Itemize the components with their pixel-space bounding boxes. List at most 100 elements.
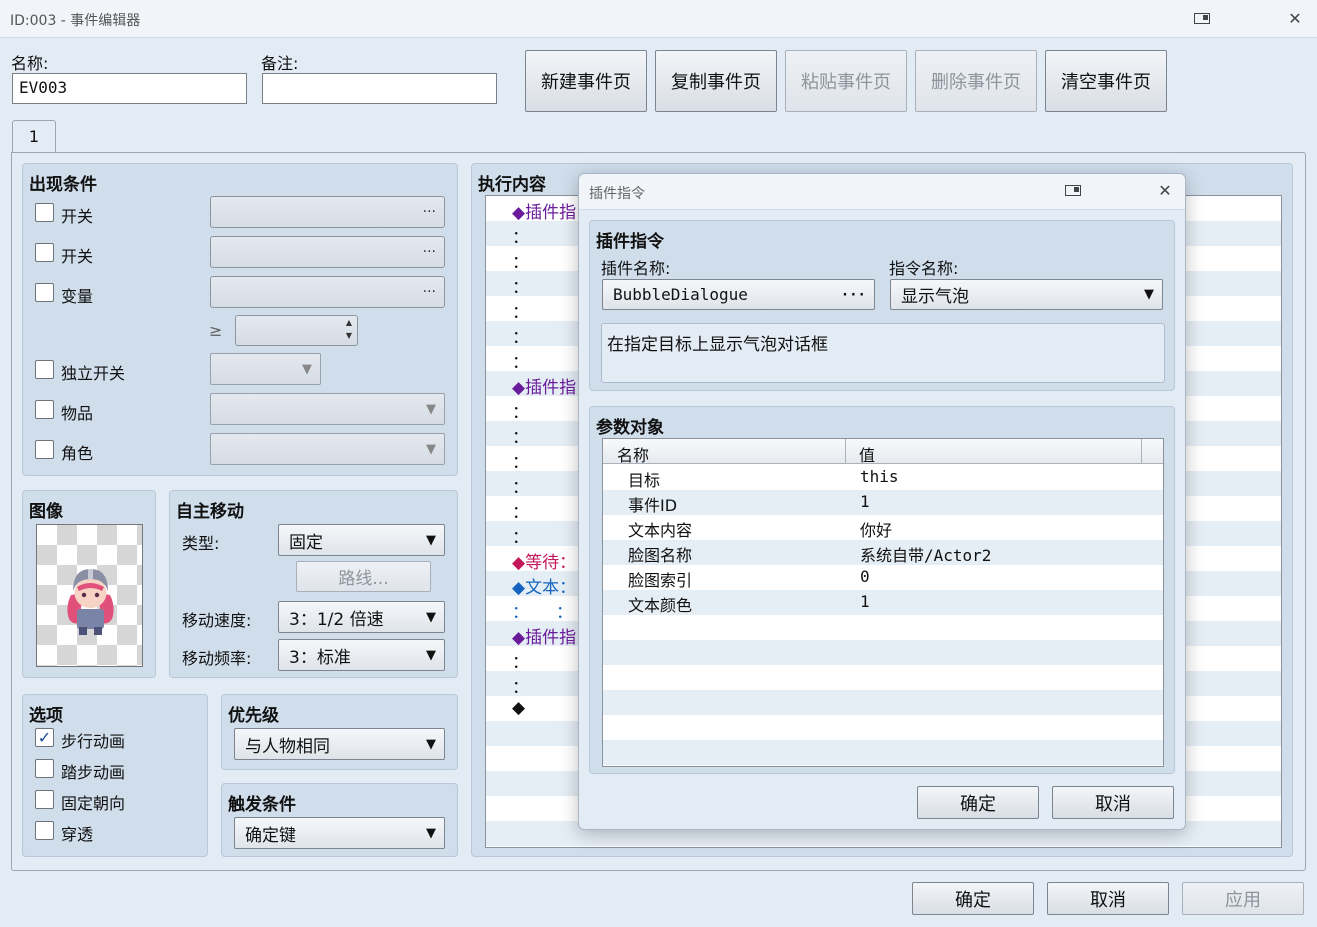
col-value-header[interactable]: 值 (859, 442, 875, 466)
param-row[interactable] (603, 665, 1163, 690)
actor-checkbox[interactable] (35, 440, 54, 459)
col-name-header[interactable]: 名称 (617, 442, 649, 466)
spinner-up-icon[interactable]: ▲ (346, 318, 352, 327)
through-checkbox[interactable] (35, 821, 54, 840)
trigger-panel: 触发条件 确定键 ▼ (221, 783, 458, 857)
param-value: this (860, 467, 899, 486)
command-row-text: ： (512, 403, 529, 423)
actor-dropdown[interactable]: ▼ (210, 433, 445, 465)
dialog-ok-button[interactable]: 确定 (917, 786, 1039, 819)
actor-label: 角色 (61, 444, 94, 463)
params-table: 名称 值 目标 this 事件ID 1 文本内容 你好 脸图名称 系统自带/Actor2 脸图索… (602, 438, 1164, 767)
variable-field[interactable]: ··· (210, 276, 445, 308)
close-icon[interactable]: ✕ (1283, 7, 1307, 31)
direction-fix-checkbox[interactable] (35, 790, 54, 809)
param-row[interactable]: 脸图索引 0 (603, 565, 1163, 590)
param-value: 0 (860, 567, 870, 586)
dialog-title: 插件指令 (589, 186, 645, 202)
switch1-checkbox[interactable] (35, 203, 54, 222)
param-row[interactable] (603, 615, 1163, 640)
param-value: 你好 (860, 521, 893, 540)
command-row-text: ： (512, 428, 529, 448)
move-type-dropdown[interactable]: 固定 ▼ (278, 524, 445, 556)
trigger-title: 触发条件 (228, 795, 296, 815)
param-row[interactable] (603, 740, 1163, 765)
chevron-down-icon: ▼ (426, 532, 436, 548)
character-sprite (67, 569, 114, 635)
param-row[interactable]: 目标 this (603, 465, 1163, 490)
cancel-button[interactable]: 取消 (1047, 882, 1169, 915)
dialog-titlebar: 插件指令 ✕ (579, 174, 1185, 210)
note-input[interactable] (262, 73, 497, 104)
command-name-dropdown[interactable]: 显示气泡 ▼ (890, 279, 1163, 310)
plugin-command-dialog: 插件指令 ✕ 插件指令 插件名称: BubbleDialogue ··· 指令名称… (578, 173, 1186, 830)
params-table-header: 名称 值 (603, 439, 1163, 466)
clear-page-button[interactable]: 清空事件页 (1045, 50, 1167, 112)
plugin-name-value: BubbleDialogue (613, 285, 748, 304)
image-panel: 图像 (22, 490, 156, 678)
step-anim-checkbox[interactable] (35, 759, 54, 778)
name-input[interactable]: EV003 (12, 73, 247, 104)
options-panel: 选项 ✓ 步行动画 踏步动画 固定朝向 穿透 (22, 694, 208, 857)
switch1-field[interactable]: ··· (210, 196, 445, 228)
command-row-text: ： (512, 328, 529, 348)
paste-page-button[interactable]: 粘贴事件页 (785, 50, 907, 112)
param-row[interactable] (603, 690, 1163, 715)
walk-anim-checkbox[interactable]: ✓ (35, 728, 54, 747)
delete-page-button[interactable]: 删除事件页 (915, 50, 1037, 112)
param-row[interactable]: 文本颜色 1 (603, 590, 1163, 615)
character-image[interactable] (36, 524, 143, 667)
param-value: 系统自带/Actor2 (860, 546, 992, 565)
dialog-close-icon[interactable]: ✕ (1153, 179, 1177, 203)
dialog-cancel-button[interactable]: 取消 (1052, 786, 1174, 819)
move-freq-dropdown[interactable]: 3：标准 ▼ (278, 639, 445, 671)
self-switch-checkbox[interactable] (35, 360, 54, 379)
switch1-label: 开关 (61, 207, 94, 226)
self-switch-dropdown[interactable]: ▼ (210, 353, 321, 385)
note-label: 备注: (261, 54, 299, 73)
priority-dropdown[interactable]: 与人物相同 ▼ (234, 728, 445, 760)
plugin-section-title: 插件指令 (596, 232, 664, 252)
plugin-section: 插件指令 插件名称: BubbleDialogue ··· 指令名称: 显示气泡 ▼… (589, 220, 1175, 391)
plugin-name-field[interactable]: BubbleDialogue ··· (602, 279, 875, 310)
command-row-text: ： (512, 478, 529, 498)
param-value: 1 (860, 492, 870, 511)
route-button[interactable]: 路线... (296, 561, 431, 592)
item-label: 物品 (61, 404, 94, 423)
copy-page-button[interactable]: 复制事件页 (655, 50, 777, 112)
trigger-dropdown[interactable]: 确定键 ▼ (234, 817, 445, 849)
variable-checkbox[interactable] (35, 283, 54, 302)
chevron-down-icon: ▼ (426, 609, 436, 625)
params-rows: 目标 this 事件ID 1 文本内容 你好 脸图名称 系统自带/Actor2 脸图索引 0 文本颜… (603, 465, 1163, 766)
move-type-value: 固定 (289, 532, 323, 553)
item-checkbox[interactable] (35, 400, 54, 419)
move-speed-label: 移动速度: (182, 611, 252, 630)
param-row[interactable]: 文本内容 你好 (603, 515, 1163, 540)
walk-anim-label: 步行动画 (61, 732, 126, 751)
param-row[interactable] (603, 715, 1163, 740)
more-icon[interactable]: ··· (841, 287, 866, 303)
param-name: 脸图索引 (628, 571, 693, 590)
param-row[interactable] (603, 640, 1163, 665)
tab-page-1[interactable]: 1 (12, 120, 56, 153)
ok-button[interactable]: 确定 (912, 882, 1034, 915)
move-freq-label: 移动频率: (182, 649, 252, 668)
conditions-title: 出现条件 (29, 175, 97, 195)
command-row-text: ◆文本： (512, 578, 577, 598)
conditions-panel: 出现条件 开关 ··· 开关 ··· 变量 ··· ≥ ▲ ▼ 独立开关 ▼ 物… (22, 163, 458, 476)
item-dropdown[interactable]: ▼ (210, 393, 445, 425)
param-name: 目标 (628, 471, 661, 490)
switch2-checkbox[interactable] (35, 243, 54, 262)
dialog-snap-icon[interactable] (1061, 179, 1085, 203)
spinner-down-icon[interactable]: ▼ (346, 331, 352, 340)
snap-layout-icon[interactable] (1190, 7, 1214, 31)
param-row[interactable]: 脸图名称 系统自带/Actor2 (603, 540, 1163, 565)
variable-value-spinner[interactable]: ▲ ▼ (235, 315, 358, 346)
apply-button[interactable]: 应用 (1182, 882, 1304, 915)
param-value: 1 (860, 592, 870, 611)
move-speed-dropdown[interactable]: 3：1/2 倍速 ▼ (278, 601, 445, 633)
new-page-button[interactable]: 新建事件页 (525, 50, 647, 112)
param-row[interactable]: 事件ID 1 (603, 490, 1163, 515)
switch2-field[interactable]: ··· (210, 236, 445, 268)
step-anim-label: 踏步动画 (61, 763, 126, 782)
